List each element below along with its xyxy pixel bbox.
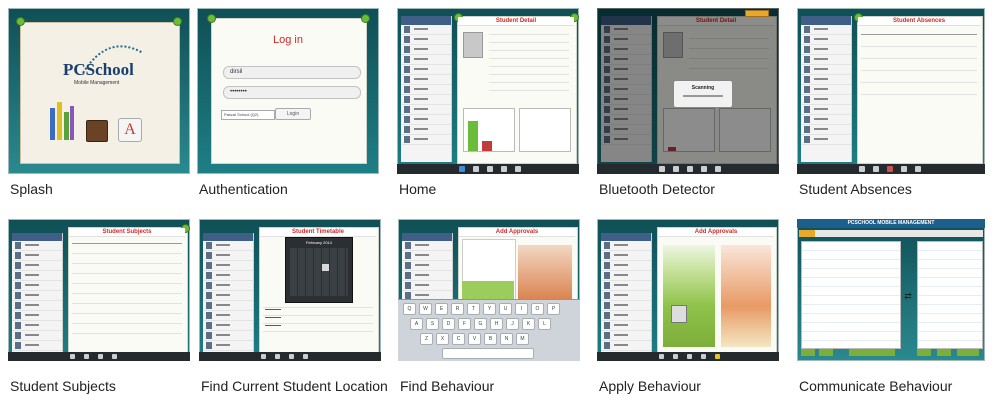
caption-splash: Splash [10, 181, 53, 197]
caption-apply-behaviour: Apply Behaviour [599, 378, 701, 394]
key-l[interactable]: L [538, 318, 551, 330]
caption-find-location: Find Current Student Location [201, 378, 388, 394]
login-button[interactable]: Login [275, 108, 311, 120]
chart-box-right [519, 108, 571, 152]
key-r[interactable]: R [451, 303, 464, 315]
app-title-bar: PCSCHOOL MOBILE MANAGEMENT [797, 219, 985, 228]
caption-student-absences: Student Absences [799, 181, 912, 197]
caption-home: Home [399, 181, 437, 197]
panel-header: Student Detail [458, 17, 574, 26]
bluetooth-screenshot: Student Detail Scanning [597, 8, 779, 174]
key-f[interactable]: F [458, 318, 471, 330]
school-dropdown[interactable]: Pascal School (Q2) [221, 110, 275, 120]
bottom-toolbar [597, 352, 779, 361]
key-j[interactable]: J [506, 318, 519, 330]
location-screenshot: Student Timetable February 2014 [199, 219, 381, 361]
student-photo [463, 32, 483, 58]
key-q[interactable]: Q [403, 303, 416, 315]
key-v[interactable]: V [468, 333, 481, 345]
key-m[interactable]: M [516, 333, 529, 345]
panel-header: Student Subjects [69, 228, 185, 237]
key-n[interactable]: N [500, 333, 513, 345]
key-a[interactable]: A [410, 318, 423, 330]
splash-screenshot: PCSchool Mobile Management A [8, 8, 190, 174]
pin-icon [174, 18, 181, 25]
password-field[interactable]: •••••••• [223, 86, 361, 99]
bottom-button-bar[interactable] [801, 349, 981, 357]
bottom-toolbar [397, 164, 579, 174]
panel-header: Student Timetable [260, 228, 376, 237]
key-y[interactable]: Y [483, 303, 496, 315]
chart-box-left [463, 108, 515, 152]
top-right-button[interactable] [745, 10, 769, 17]
login-title: Log in [273, 34, 303, 46]
key-w[interactable]: W [419, 303, 432, 315]
tab-strip[interactable] [799, 230, 983, 237]
key-u[interactable]: U [499, 303, 512, 315]
panel-header: Add Approvals [459, 228, 575, 237]
left-list[interactable] [801, 241, 901, 349]
student-list[interactable] [401, 16, 452, 162]
apply-behaviour-screenshot: Add Approvals [597, 219, 779, 361]
key-i[interactable]: I [515, 303, 528, 315]
pin-icon [208, 15, 215, 22]
key-e[interactable]: E [435, 303, 448, 315]
behaviour-orange-box [721, 245, 771, 347]
caption-student-subjects: Student Subjects [10, 378, 116, 394]
absences-panel [857, 16, 983, 164]
absences-screenshot: Student Absences [797, 8, 985, 174]
pin-icon [362, 15, 369, 22]
caption-find-behaviour: Find Behaviour [400, 378, 495, 394]
key-o[interactable]: O [531, 303, 544, 315]
student-photo [671, 305, 687, 323]
communicate-screenshot: PCSCHOOL MOBILE MANAGEMENT ⇄ [797, 219, 985, 361]
caption-communicate-behaviour: Communicate Behaviour [799, 378, 953, 394]
key-k[interactable]: K [522, 318, 535, 330]
behaviour-green-box [663, 245, 715, 347]
caption-authentication: Authentication [199, 181, 288, 197]
key-t[interactable]: T [467, 303, 480, 315]
calendar-month: February 2014 [305, 240, 332, 245]
font-app-icon: A [118, 118, 142, 142]
space-bar[interactable] [442, 348, 534, 359]
student-list[interactable] [801, 16, 852, 162]
subjects-panel [68, 227, 188, 353]
logo-text: PCSchool [63, 60, 134, 79]
behaviour-green-box [462, 281, 514, 299]
authentication-screenshot: Log in dirsil •••••••• Pascal School (Q2… [197, 8, 379, 174]
pencils-icon [50, 102, 74, 140]
key-d[interactable]: D [442, 318, 455, 330]
key-z[interactable]: Z [420, 333, 433, 345]
key-b[interactable]: B [484, 333, 497, 345]
username-field[interactable]: dirsil [223, 66, 361, 79]
key-c[interactable]: C [452, 333, 465, 345]
pin-icon [17, 18, 24, 25]
bottom-toolbar [797, 164, 985, 174]
bottom-toolbar [8, 352, 190, 361]
student-list[interactable] [601, 233, 652, 353]
panel-header: Student Absences [858, 17, 980, 26]
behaviour-orange-box [518, 245, 572, 301]
student-list[interactable] [12, 233, 63, 353]
subjects-screenshot: Student Subjects [8, 219, 190, 361]
caption-bluetooth-detector: Bluetooth Detector [599, 181, 715, 197]
right-list[interactable] [917, 241, 983, 349]
find-behaviour-screenshot: Add Approvals Q W E R T Y U I O P A S D … [398, 219, 580, 361]
key-x[interactable]: X [436, 333, 449, 345]
bottom-toolbar [597, 164, 779, 174]
key-h[interactable]: H [490, 318, 503, 330]
key-g[interactable]: G [474, 318, 487, 330]
bottom-toolbar [199, 352, 381, 361]
book-icon [86, 120, 108, 142]
key-s[interactable]: S [426, 318, 439, 330]
home-screenshot: Student Detail [397, 8, 579, 174]
key-p[interactable]: P [547, 303, 560, 315]
scanning-dialog: Scanning [673, 80, 733, 108]
calendar-popup[interactable]: February 2014 [285, 237, 353, 303]
arrow-icon[interactable]: ⇄ [901, 291, 915, 301]
scanning-title: Scanning [691, 85, 715, 91]
student-list[interactable] [203, 233, 254, 353]
logo-subtitle: Mobile Management [74, 80, 120, 86]
panel-header: Add Approvals [658, 228, 774, 237]
